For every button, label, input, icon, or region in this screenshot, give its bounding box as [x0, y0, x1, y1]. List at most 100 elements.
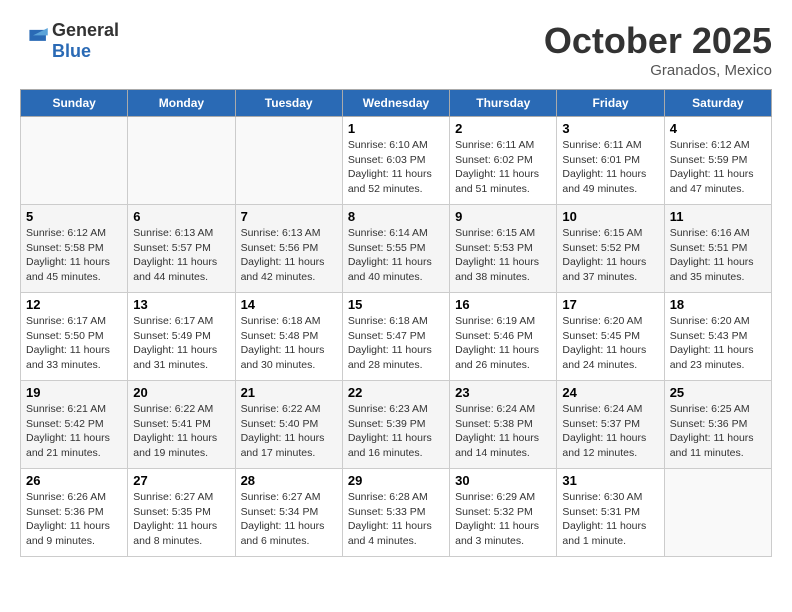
- day-info: Sunrise: 6:16 AMSunset: 5:51 PMDaylight:…: [670, 226, 766, 285]
- calendar-cell: 13 Sunrise: 6:17 AMSunset: 5:49 PMDayligh…: [128, 293, 235, 381]
- day-info: Sunrise: 6:10 AMSunset: 6:03 PMDaylight:…: [348, 138, 444, 197]
- header-day: Monday: [128, 90, 235, 117]
- day-number: 3: [562, 121, 658, 136]
- calendar-cell: [235, 117, 342, 205]
- header-day: Saturday: [664, 90, 771, 117]
- day-number: 8: [348, 209, 444, 224]
- day-number: 28: [241, 473, 337, 488]
- day-number: 30: [455, 473, 551, 488]
- day-info: Sunrise: 6:26 AMSunset: 5:36 PMDaylight:…: [26, 490, 122, 549]
- day-info: Sunrise: 6:29 AMSunset: 5:32 PMDaylight:…: [455, 490, 551, 549]
- calendar-cell: 21Sunrise: 6:22 AMSunset: 5:40 PMDayligh…: [235, 381, 342, 469]
- calendar-cell: 11 Sunrise: 6:16 AMSunset: 5:51 PMDayligh…: [664, 205, 771, 293]
- day-number: 31: [562, 473, 658, 488]
- calendar-cell: 5Sunrise: 6:12 AMSunset: 5:58 PMDaylight…: [21, 205, 128, 293]
- day-info: Sunrise: 6:15 AMSunset: 5:53 PMDaylight:…: [455, 226, 551, 285]
- day-number: 22: [348, 385, 444, 400]
- day-info: Sunrise: 6:13 AMSunset: 5:57 PMDaylight:…: [133, 226, 229, 285]
- calendar-cell: 1 Sunrise: 6:10 AMSunset: 6:03 PMDaylight…: [342, 117, 449, 205]
- calendar-week-row: 1 Sunrise: 6:10 AMSunset: 6:03 PMDaylight…: [21, 117, 772, 205]
- day-number: 17: [562, 297, 658, 312]
- day-info: Sunrise: 6:12 AMSunset: 5:59 PMDaylight:…: [670, 138, 766, 197]
- calendar-cell: 12 Sunrise: 6:17 AMSunset: 5:50 PMDayligh…: [21, 293, 128, 381]
- day-info: Sunrise: 6:24 AMSunset: 5:38 PMDaylight:…: [455, 402, 551, 461]
- calendar-cell: 30 Sunrise: 6:29 AMSunset: 5:32 PMDayligh…: [450, 469, 557, 557]
- calendar-cell: 29 Sunrise: 6:28 AMSunset: 5:33 PMDayligh…: [342, 469, 449, 557]
- day-number: 27: [133, 473, 229, 488]
- day-info: Sunrise: 6:22 AMSunset: 5:41 PMDaylight:…: [133, 402, 229, 461]
- day-number: 11: [670, 209, 766, 224]
- day-info: Sunrise: 6:20 AMSunset: 5:43 PMDaylight:…: [670, 314, 766, 373]
- calendar-week-row: 26 Sunrise: 6:26 AMSunset: 5:36 PMDayligh…: [21, 469, 772, 557]
- calendar-week-row: 5Sunrise: 6:12 AMSunset: 5:58 PMDaylight…: [21, 205, 772, 293]
- day-number: 12: [26, 297, 122, 312]
- calendar-cell: 17 Sunrise: 6:20 AMSunset: 5:45 PMDayligh…: [557, 293, 664, 381]
- calendar-cell: 23 Sunrise: 6:24 AMSunset: 5:38 PMDayligh…: [450, 381, 557, 469]
- calendar-week-row: 19Sunrise: 6:21 AMSunset: 5:42 PMDayligh…: [21, 381, 772, 469]
- day-info: Sunrise: 6:22 AMSunset: 5:40 PMDaylight:…: [241, 402, 337, 461]
- day-number: 13: [133, 297, 229, 312]
- logo-text-line2: Blue: [52, 41, 119, 62]
- calendar-cell: [664, 469, 771, 557]
- title-block: October 2025 Granados, Mexico: [544, 20, 772, 79]
- day-info: Sunrise: 6:20 AMSunset: 5:45 PMDaylight:…: [562, 314, 658, 373]
- calendar-cell: 7 Sunrise: 6:13 AMSunset: 5:56 PMDaylight…: [235, 205, 342, 293]
- day-info: Sunrise: 6:19 AMSunset: 5:46 PMDaylight:…: [455, 314, 551, 373]
- calendar-cell: 4 Sunrise: 6:12 AMSunset: 5:59 PMDaylight…: [664, 117, 771, 205]
- day-info: Sunrise: 6:13 AMSunset: 5:56 PMDaylight:…: [241, 226, 337, 285]
- day-number: 26: [26, 473, 122, 488]
- logo: General Blue: [20, 20, 119, 61]
- day-info: Sunrise: 6:27 AMSunset: 5:34 PMDaylight:…: [241, 490, 337, 549]
- calendar-cell: [128, 117, 235, 205]
- day-number: 6: [133, 209, 229, 224]
- day-number: 2: [455, 121, 551, 136]
- day-number: 15: [348, 297, 444, 312]
- day-number: 4: [670, 121, 766, 136]
- day-number: 25: [670, 385, 766, 400]
- day-info: Sunrise: 6:27 AMSunset: 5:35 PMDaylight:…: [133, 490, 229, 549]
- header-day: Sunday: [21, 90, 128, 117]
- day-number: 16: [455, 297, 551, 312]
- day-info: Sunrise: 6:18 AMSunset: 5:48 PMDaylight:…: [241, 314, 337, 373]
- calendar-cell: 9 Sunrise: 6:15 AMSunset: 5:53 PMDaylight…: [450, 205, 557, 293]
- day-info: Sunrise: 6:25 AMSunset: 5:36 PMDaylight:…: [670, 402, 766, 461]
- calendar-cell: 14 Sunrise: 6:18 AMSunset: 5:48 PMDayligh…: [235, 293, 342, 381]
- calendar-cell: 18Sunrise: 6:20 AMSunset: 5:43 PMDayligh…: [664, 293, 771, 381]
- header-day: Tuesday: [235, 90, 342, 117]
- day-number: 24: [562, 385, 658, 400]
- day-number: 5: [26, 209, 122, 224]
- calendar-cell: 16 Sunrise: 6:19 AMSunset: 5:46 PMDayligh…: [450, 293, 557, 381]
- calendar-cell: 6 Sunrise: 6:13 AMSunset: 5:57 PMDaylight…: [128, 205, 235, 293]
- day-info: Sunrise: 6:14 AMSunset: 5:55 PMDaylight:…: [348, 226, 444, 285]
- day-info: Sunrise: 6:21 AMSunset: 5:42 PMDaylight:…: [26, 402, 122, 461]
- day-number: 9: [455, 209, 551, 224]
- day-info: Sunrise: 6:24 AMSunset: 5:37 PMDaylight:…: [562, 402, 658, 461]
- calendar-cell: 28 Sunrise: 6:27 AMSunset: 5:34 PMDayligh…: [235, 469, 342, 557]
- header-row: SundayMondayTuesdayWednesdayThursdayFrid…: [21, 90, 772, 117]
- calendar-cell: 31Sunrise: 6:30 AMSunset: 5:31 PMDayligh…: [557, 469, 664, 557]
- day-info: Sunrise: 6:17 AMSunset: 5:49 PMDaylight:…: [133, 314, 229, 373]
- logo-icon: [20, 28, 48, 50]
- calendar-cell: 19Sunrise: 6:21 AMSunset: 5:42 PMDayligh…: [21, 381, 128, 469]
- day-info: Sunrise: 6:15 AMSunset: 5:52 PMDaylight:…: [562, 226, 658, 285]
- day-info: Sunrise: 6:17 AMSunset: 5:50 PMDaylight:…: [26, 314, 122, 373]
- header-day: Wednesday: [342, 90, 449, 117]
- calendar-header: SundayMondayTuesdayWednesdayThursdayFrid…: [21, 90, 772, 117]
- day-number: 7: [241, 209, 337, 224]
- day-info: Sunrise: 6:18 AMSunset: 5:47 PMDaylight:…: [348, 314, 444, 373]
- logo-text-line1: General: [52, 20, 119, 41]
- day-number: 1: [348, 121, 444, 136]
- day-number: 10: [562, 209, 658, 224]
- calendar-cell: 24 Sunrise: 6:24 AMSunset: 5:37 PMDayligh…: [557, 381, 664, 469]
- calendar-cell: 2 Sunrise: 6:11 AMSunset: 6:02 PMDaylight…: [450, 117, 557, 205]
- day-info: Sunrise: 6:11 AMSunset: 6:02 PMDaylight:…: [455, 138, 551, 197]
- calendar-cell: [21, 117, 128, 205]
- day-number: 23: [455, 385, 551, 400]
- day-number: 29: [348, 473, 444, 488]
- day-number: 20: [133, 385, 229, 400]
- day-number: 14: [241, 297, 337, 312]
- calendar-cell: 20 Sunrise: 6:22 AMSunset: 5:41 PMDayligh…: [128, 381, 235, 469]
- calendar-cell: 10 Sunrise: 6:15 AMSunset: 5:52 PMDayligh…: [557, 205, 664, 293]
- calendar-cell: 27 Sunrise: 6:27 AMSunset: 5:35 PMDayligh…: [128, 469, 235, 557]
- day-info: Sunrise: 6:28 AMSunset: 5:33 PMDaylight:…: [348, 490, 444, 549]
